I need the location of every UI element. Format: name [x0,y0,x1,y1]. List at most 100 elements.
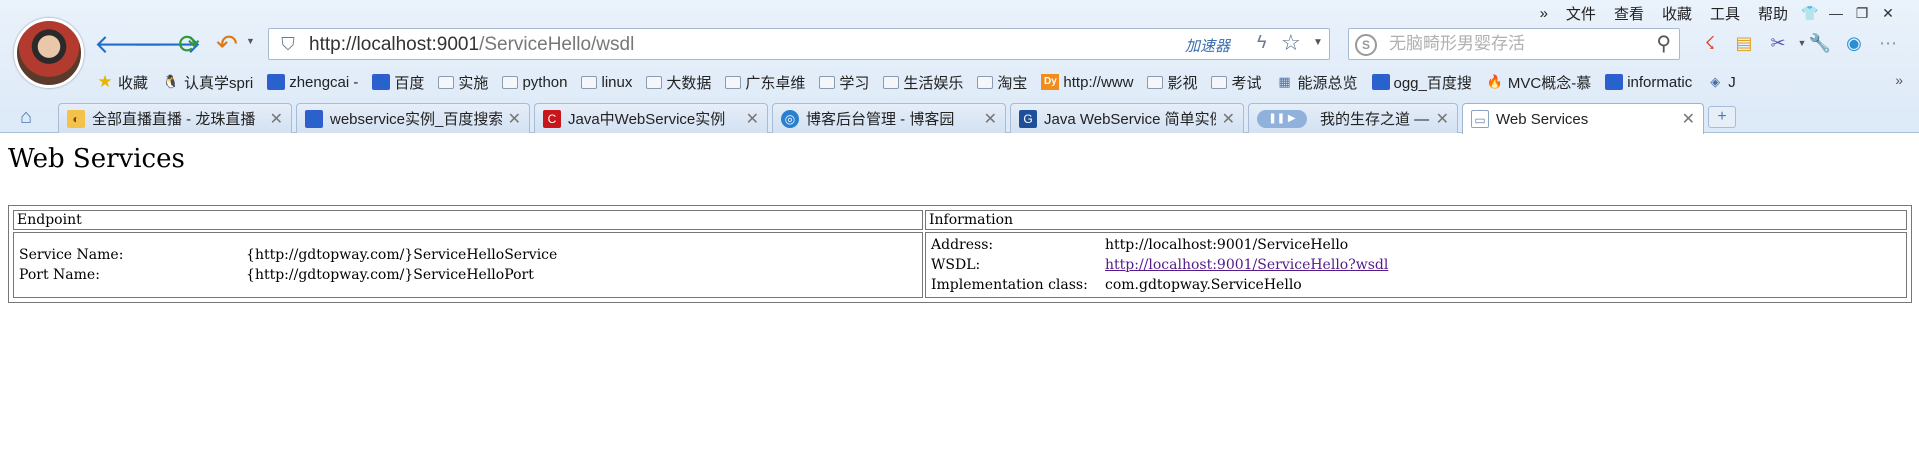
media-controls-icon[interactable]: ❚❚ ▶ [1257,109,1307,128]
cnblogs-icon: ◎ [781,109,799,128]
tab[interactable]: ❚❚ ▶ 我的生存之道 — ✕ [1248,103,1458,133]
home-icon[interactable]: ⌂ [20,106,32,129]
new-tab-button[interactable]: + [1708,106,1736,128]
close-tab-icon[interactable]: ✕ [508,109,521,129]
bookmark-item[interactable]: Dy http://www [1041,74,1133,91]
undo-dropdown-icon[interactable]: ▼ [246,36,255,46]
bookmark-item[interactable]: 🐧 认真学spri [162,72,253,93]
minimize-icon[interactable]: — [1823,5,1849,21]
tab[interactable]: G Java WebService 简单实例 ✕ [1010,103,1244,133]
search-input[interactable] [1389,32,1629,56]
wsdl-link[interactable]: http://localhost:9001/ServiceHello?wsdl [1105,257,1388,273]
paw-icon: 🐾 [267,74,286,90]
site-icon: G [1019,109,1037,128]
header-information: Information [925,210,1907,230]
bookmark-favorites[interactable]: ★ 收藏 [96,72,148,93]
tab[interactable]: ◎ 博客后台管理 - 博客园 ✕ [772,103,1006,133]
bookmark-folder[interactable]: python [502,74,567,91]
bookmark-item[interactable]: 🔥 MVC概念-慕 [1486,72,1591,93]
dy-icon: Dy [1041,74,1060,90]
bookmarks-more-icon[interactable]: » [1895,72,1903,88]
menu-bar: » 文件 查看 收藏 工具 帮助 👕 — ❐ ✕ [1531,2,1901,24]
wrench-icon[interactable]: 🔧 [1806,28,1834,58]
wsdl-label: WSDL: [931,257,981,273]
bookmark-item[interactable]: 🐾 ogg_百度搜 [1371,72,1472,93]
close-tab-icon[interactable]: ✕ [1436,109,1449,129]
favorite-star-icon[interactable]: ☆ [1281,30,1301,56]
download-icon[interactable]: ⤓ [1910,28,1919,58]
bookmark-item[interactable]: 🐾 百度 [372,72,424,93]
address-bar[interactable]: ⛉ http://localhost:9001/ServiceHello/wsd… [268,28,1330,60]
bookmark-item[interactable]: ▦ 能源总览 [1275,72,1357,93]
folder-icon [646,75,663,89]
web-services-table: Endpoint Information Service Name: {http… [8,205,1912,303]
paw-icon: 🐾 [305,109,323,128]
service-name-label: Service Name: [19,247,124,263]
bookmark-folder[interactable]: linux [581,74,632,91]
menu-favorites[interactable]: 收藏 [1653,3,1701,24]
menu-help[interactable]: 帮助 [1749,3,1797,24]
bookmark-folder[interactable]: 淘宝 [977,72,1027,93]
user-avatar[interactable] [14,18,84,88]
bookmark-folder[interactable]: 影视 [1147,72,1197,93]
bookmark-item[interactable]: ◈ J [1706,74,1736,91]
refresh-icon[interactable]: ⟳ [172,28,206,60]
close-tab-icon[interactable]: ✕ [1222,109,1235,129]
close-window-icon[interactable]: ✕ [1875,5,1901,22]
undo-icon[interactable]: ↶ [210,28,244,60]
skin-icon[interactable]: 👕 [1797,5,1823,22]
back-arrow-icon[interactable]: 🡐 [94,28,164,60]
lightning-icon[interactable]: ϟ [1257,32,1267,53]
bookmark-folder[interactable]: 学习 [819,72,869,93]
clipboard-icon[interactable]: ▤ [1730,28,1758,58]
search-engine-icon[interactable]: S [1355,34,1377,56]
menu-more[interactable]: » [1531,5,1557,22]
bookmark-folder[interactable]: 广东卓维 [725,72,805,93]
address-dropdown-icon[interactable]: ▼ [1313,37,1323,48]
more-options-icon[interactable]: ⋯ [1874,28,1902,58]
close-tab-icon[interactable]: ✕ [270,109,283,129]
bookmark-folder[interactable]: 考试 [1211,72,1261,93]
folder-icon [581,75,598,89]
search-icon[interactable]: ⚲ [1656,31,1671,56]
port-name-label: Port Name: [19,267,100,283]
menu-tools[interactable]: 工具 [1701,3,1749,24]
longzhu-icon: ◐ [67,109,85,128]
restore-icon[interactable]: ❐ [1849,5,1875,22]
bookmark-folder[interactable]: 实施 [438,72,488,93]
header-endpoint: Endpoint [13,210,923,230]
bookmark-folder[interactable]: 大数据 [646,72,711,93]
star-icon: ★ [97,72,113,91]
tab-web-services[interactable]: ▭ Web Services ✕ [1462,103,1704,134]
close-tab-icon[interactable]: ✕ [746,109,759,129]
bookmark-folder[interactable]: 生活娱乐 [883,72,963,93]
paw-icon: 🐾 [1371,74,1390,90]
implementation-class-label: Implementation class: [931,277,1088,293]
tab[interactable]: 🐾 webservice实例_百度搜索 ✕ [296,103,530,133]
accelerator-button[interactable]: 加速器 [1185,35,1230,56]
close-tab-icon[interactable]: ✕ [984,109,997,129]
screenshot-icon[interactable]: ◉ [1840,28,1868,58]
extension-icon[interactable]: ☇ [1696,28,1724,58]
page-title: Web Services [8,144,185,174]
security-shield-icon[interactable]: ⛉ [277,33,299,55]
paw-icon: 🐾 [1605,74,1624,90]
tab[interactable]: C Java中WebService实例 ✕ [534,103,768,133]
cube-icon: ◈ [1710,74,1721,89]
menu-view[interactable]: 查看 [1605,3,1653,24]
service-name-value: {http://gdtopway.com/}ServiceHelloServic… [246,247,558,263]
address-url[interactable]: http://localhost:9001/ServiceHello/wsdl [309,33,634,57]
penguin-icon: 🐧 [162,74,180,89]
folder-icon [883,75,900,89]
address-value: http://localhost:9001/ServiceHello [1105,237,1349,253]
bookmark-item[interactable]: 🐾 informatic [1605,74,1692,91]
fire-icon: 🔥 [1486,74,1503,89]
forward-arrow-icon[interactable]: 🡒 [132,28,202,60]
folder-icon [725,75,742,89]
folder-icon [502,75,519,89]
close-tab-icon[interactable]: ✕ [1682,109,1695,129]
menu-file[interactable]: 文件 [1557,3,1605,24]
tab[interactable]: ◐ 全部直播直播 - 龙珠直播 ✕ [58,103,292,133]
bookmark-item[interactable]: 🐾 zhengcai - [267,74,358,91]
csdn-icon: C [543,109,561,128]
